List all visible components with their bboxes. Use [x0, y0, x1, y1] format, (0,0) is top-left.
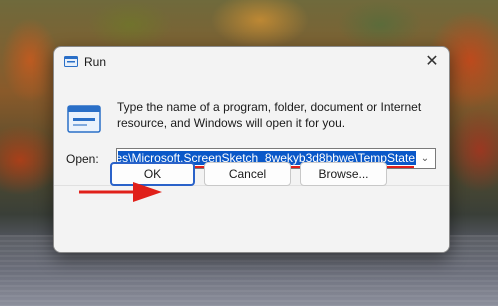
run-large-icon [67, 105, 101, 133]
run-description: Type the name of a program, folder, docu… [117, 100, 422, 130]
open-label: Open: [66, 152, 99, 166]
close-icon[interactable]: ✕ [421, 51, 443, 73]
browse-button[interactable]: Browse... [300, 162, 387, 186]
run-icon [64, 56, 78, 67]
chevron-down-icon[interactable]: ⌄ [417, 150, 433, 167]
red-arrow-annotation [79, 182, 162, 202]
title-bar[interactable]: Run ✕ [54, 47, 449, 77]
window-title: Run [84, 55, 107, 69]
cancel-button[interactable]: Cancel [204, 162, 291, 186]
run-dialog: Run ✕ Type the name of a program, folder… [53, 46, 450, 253]
